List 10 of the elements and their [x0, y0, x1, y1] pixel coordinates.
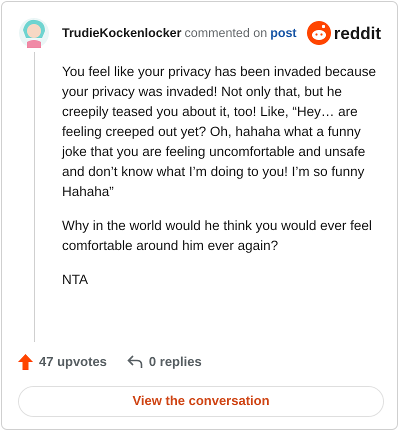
comment-paragraph: You feel like your privacy has been invaded because your privacy was invaded! Not only that, but he creepily teased you about it, too! Like, “Hey… are feeling creeped out yet? Oh, hahaha what a funny joke that you are feeling uncomfortable and unsafe and don’t know what I’m doing to you! I’m so funny Hahaha”: [62, 63, 377, 201]
username[interactable]: TrudieKockenlocker: [62, 24, 182, 42]
upvote-count: 47 upvotes: [39, 353, 107, 371]
brand-wordmark: reddit: [334, 24, 381, 42]
comment-paragraph: Why in the world would he think you would ever feel comfortable around him ever again?: [62, 217, 373, 255]
comment-paragraph: NTA: [62, 271, 89, 289]
view-conversation-button[interactable]: View the conversation: [18, 386, 384, 416]
reply-count: 0 replies: [148, 353, 202, 371]
post-link[interactable]: post: [270, 24, 297, 42]
action-text: commented on: [184, 24, 268, 42]
